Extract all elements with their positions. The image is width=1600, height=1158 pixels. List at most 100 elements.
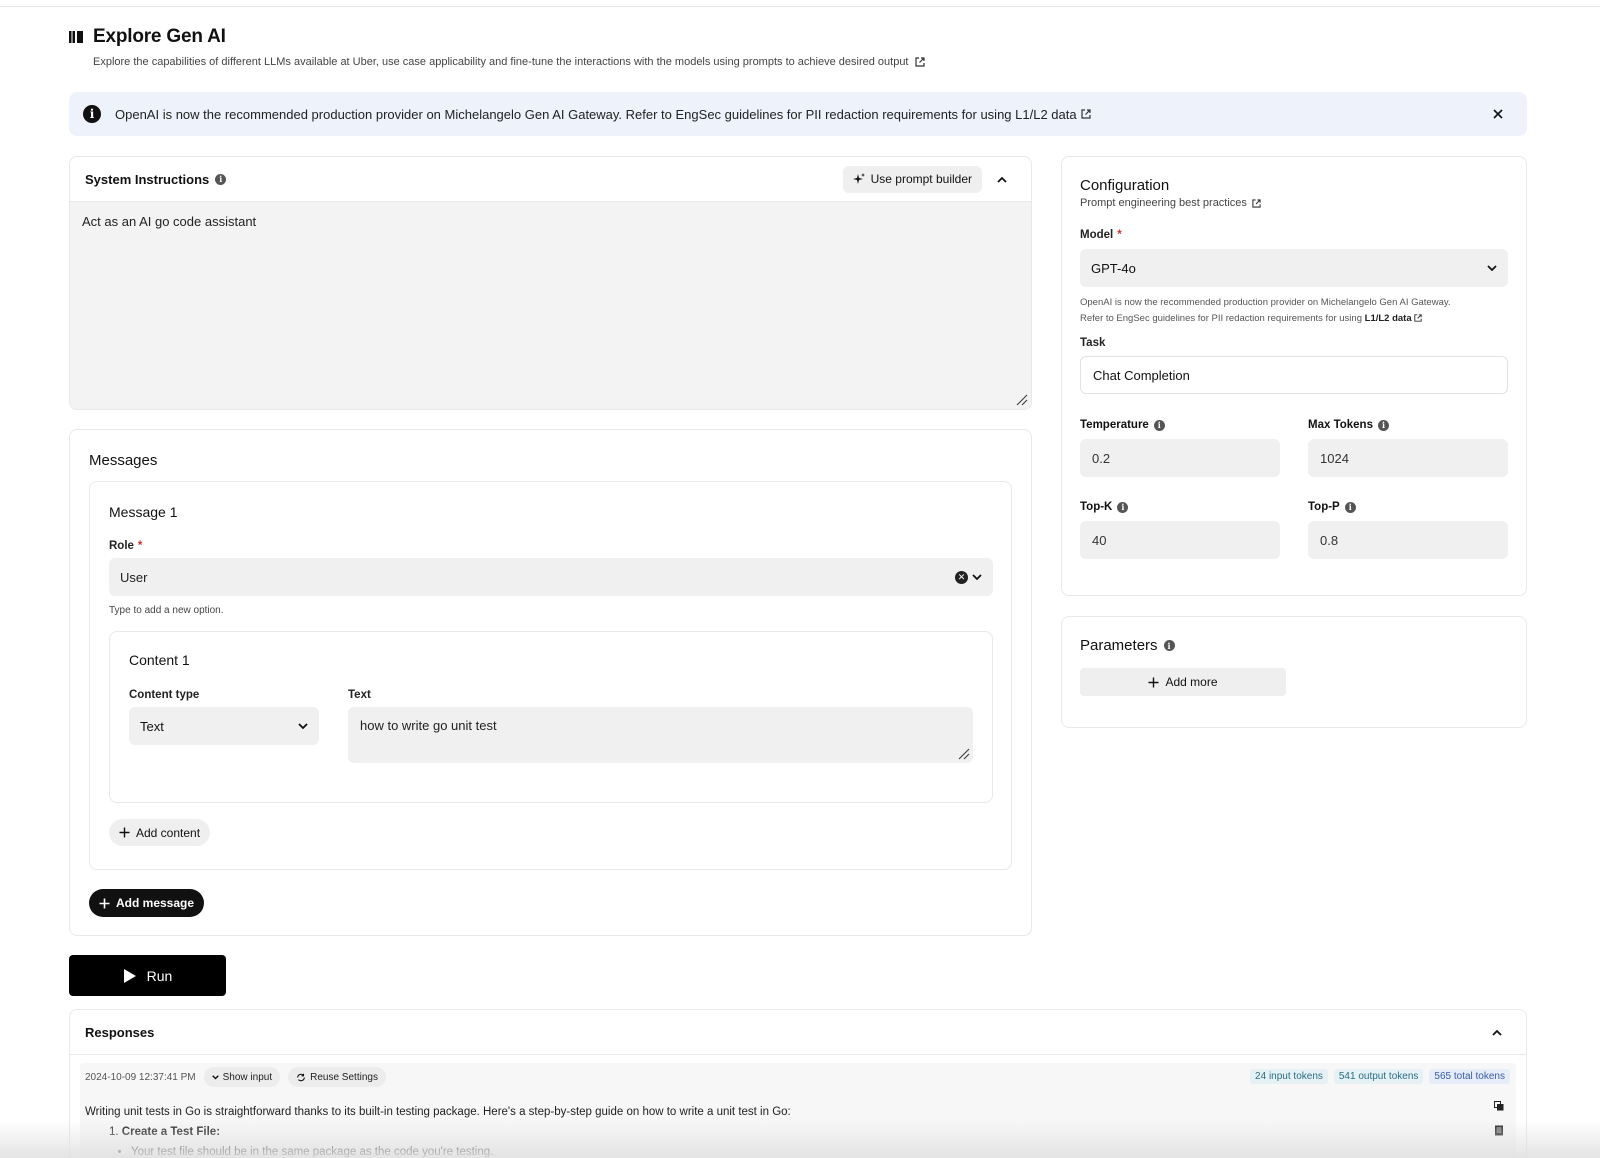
info-icon[interactable]: i	[215, 173, 227, 185]
book-icon	[69, 30, 84, 44]
content-title: Content 1	[129, 652, 190, 668]
chevron-up-icon	[1492, 1029, 1502, 1036]
external-link-icon	[1252, 198, 1261, 208]
message-card: Message 1 Role * User ✕ Type to add a ne…	[89, 481, 1012, 870]
model-hint-line1: OpenAI is now the recommended production…	[1080, 297, 1451, 308]
model-label: Model *	[1080, 229, 1122, 241]
add-more-label: Add more	[1165, 675, 1218, 689]
plus-icon	[119, 827, 130, 838]
add-more-button[interactable]: Add more	[1080, 668, 1286, 696]
show-input-button[interactable]: Show input	[203, 1067, 281, 1087]
role-label: Role *	[109, 540, 142, 552]
required-marker: *	[137, 540, 143, 552]
temperature-input[interactable]: 0.2	[1080, 439, 1280, 477]
info-banner: i OpenAI is now the recommended producti…	[69, 92, 1527, 136]
top-k-input[interactable]: 40	[1080, 521, 1280, 559]
model-hint: OpenAI is now the recommended production…	[1080, 295, 1508, 327]
chevron-down-icon	[211, 1074, 219, 1080]
use-prompt-builder-button[interactable]: Use prompt builder	[842, 165, 982, 193]
responses-panel: Responses 2024-10-09 12:37:41 PM Show in…	[69, 1009, 1527, 1158]
text-label: Text	[348, 689, 371, 701]
step-title: Create a Test File	[121, 1126, 217, 1138]
info-icon[interactable]: i	[1117, 501, 1129, 513]
sparkle-icon	[852, 173, 865, 184]
response-text: Writing unit tests in Go is straightforw…	[85, 1102, 791, 1158]
page-subtitle: Explore the capabilities of different LL…	[93, 56, 1529, 68]
response-step: 1. Create a Test File:	[109, 1126, 221, 1138]
run-label: Run	[146, 967, 173, 984]
reuse-icon	[297, 1073, 305, 1081]
info-icon[interactable]: i	[1163, 640, 1175, 651]
configuration-panel: Configuration Prompt engineering best pr…	[1061, 156, 1527, 596]
resize-handle-icon[interactable]	[958, 748, 970, 760]
copy-icon[interactable]	[1494, 1101, 1504, 1111]
content-type-label: Content type	[129, 689, 200, 701]
l1-l2-data-link[interactable]: L1/L2 data	[1365, 313, 1412, 324]
chevron-down-icon[interactable]	[972, 573, 982, 581]
model-select[interactable]: GPT-4o	[1080, 249, 1508, 287]
system-instructions-textarea[interactable]: Act as an AI go code assistant	[70, 202, 1031, 409]
resize-handle-icon[interactable]	[1016, 394, 1028, 406]
banner-message: OpenAI is now the recommended production…	[115, 107, 1493, 122]
plus-icon	[1148, 677, 1159, 687]
response-bullet-list: Your test file should be in the same pac…	[131, 1142, 791, 1158]
response-item: 2024-10-09 12:37:41 PM Show input Reuse …	[80, 1063, 1516, 1158]
add-message-button[interactable]: Add message	[89, 889, 205, 917]
model-hint-line2: Refer to EngSec guidelines for PII redac…	[1080, 311, 1508, 327]
parameters-title: Parameters i	[1080, 637, 1175, 654]
use-prompt-builder-label: Use prompt builder	[870, 172, 972, 186]
top-p-input[interactable]: 0.8	[1308, 521, 1508, 559]
external-link-icon[interactable]	[1080, 109, 1091, 119]
response-intro: Writing unit tests in Go is straightforw…	[85, 1106, 791, 1118]
message-title: Message 1	[109, 504, 178, 520]
response-timestamp: 2024-10-09 12:37:41 PM	[85, 1071, 196, 1083]
run-button[interactable]: Run	[69, 955, 226, 996]
role-label-text: Role	[109, 540, 134, 552]
task-input[interactable]: Chat Completion	[1080, 356, 1508, 394]
clear-icon[interactable]: ✕	[955, 570, 968, 584]
add-content-label: Add content	[136, 825, 201, 840]
banner-text: OpenAI is now the recommended production…	[115, 106, 1077, 122]
system-instructions-title: System Instructions i	[85, 171, 227, 187]
best-practices-link[interactable]: Prompt engineering best practices	[1080, 197, 1261, 209]
response-bullet: Your test file should be in the same pac…	[131, 1142, 791, 1158]
add-content-button[interactable]: Add content	[109, 819, 211, 846]
top-divider	[0, 6, 1600, 7]
top-p-label: Top-P i	[1308, 501, 1356, 513]
model-label-text: Model	[1080, 229, 1114, 241]
content-card: Content 1 Content type Text Text how to …	[109, 631, 993, 803]
external-link-icon[interactable]	[1414, 314, 1422, 323]
top-k-label-text: Top-K	[1080, 501, 1113, 513]
system-instructions-value: Act as an AI go code assistant	[82, 214, 257, 229]
responses-header: Responses	[70, 1010, 1526, 1055]
messages-title: Messages	[89, 452, 158, 469]
reuse-settings-label: Reuse Settings	[310, 1071, 378, 1083]
collapse-system-instructions-button[interactable]	[988, 165, 1016, 193]
max-tokens-label-text: Max Tokens	[1308, 419, 1373, 431]
collapse-responses-button[interactable]	[1483, 1018, 1511, 1046]
max-tokens-label: Max Tokens i	[1308, 419, 1389, 431]
info-icon[interactable]: i	[1153, 419, 1165, 431]
system-instructions-panel: System Instructions i Use prompt builder…	[69, 156, 1032, 410]
temperature-label-text: Temperature	[1080, 419, 1149, 431]
output-tokens-badge: 541 output tokens	[1333, 1069, 1424, 1084]
show-input-label: Show input	[222, 1071, 273, 1083]
page-header: Explore Gen AI Explore the capabilities …	[69, 26, 1529, 68]
document-icon[interactable]	[1494, 1125, 1504, 1136]
plus-icon	[99, 898, 110, 908]
content-text-input[interactable]: how to write go unit test	[348, 707, 973, 763]
step-number: 1.	[109, 1126, 119, 1138]
temperature-label: Temperature i	[1080, 419, 1165, 431]
external-link-icon[interactable]	[914, 57, 925, 67]
best-practices-label: Prompt engineering best practices	[1080, 197, 1247, 209]
role-select[interactable]: User ✕	[109, 558, 993, 596]
parameters-title-text: Parameters	[1080, 637, 1158, 654]
system-instructions-label: System Instructions	[85, 171, 210, 187]
info-icon[interactable]: i	[1377, 419, 1389, 431]
banner-close-button[interactable]	[1493, 109, 1513, 119]
info-icon: i	[83, 105, 101, 123]
reuse-settings-button[interactable]: Reuse Settings	[288, 1067, 386, 1087]
content-type-select[interactable]: Text	[129, 707, 319, 745]
info-icon[interactable]: i	[1344, 501, 1356, 513]
max-tokens-input[interactable]: 1024	[1308, 439, 1508, 477]
